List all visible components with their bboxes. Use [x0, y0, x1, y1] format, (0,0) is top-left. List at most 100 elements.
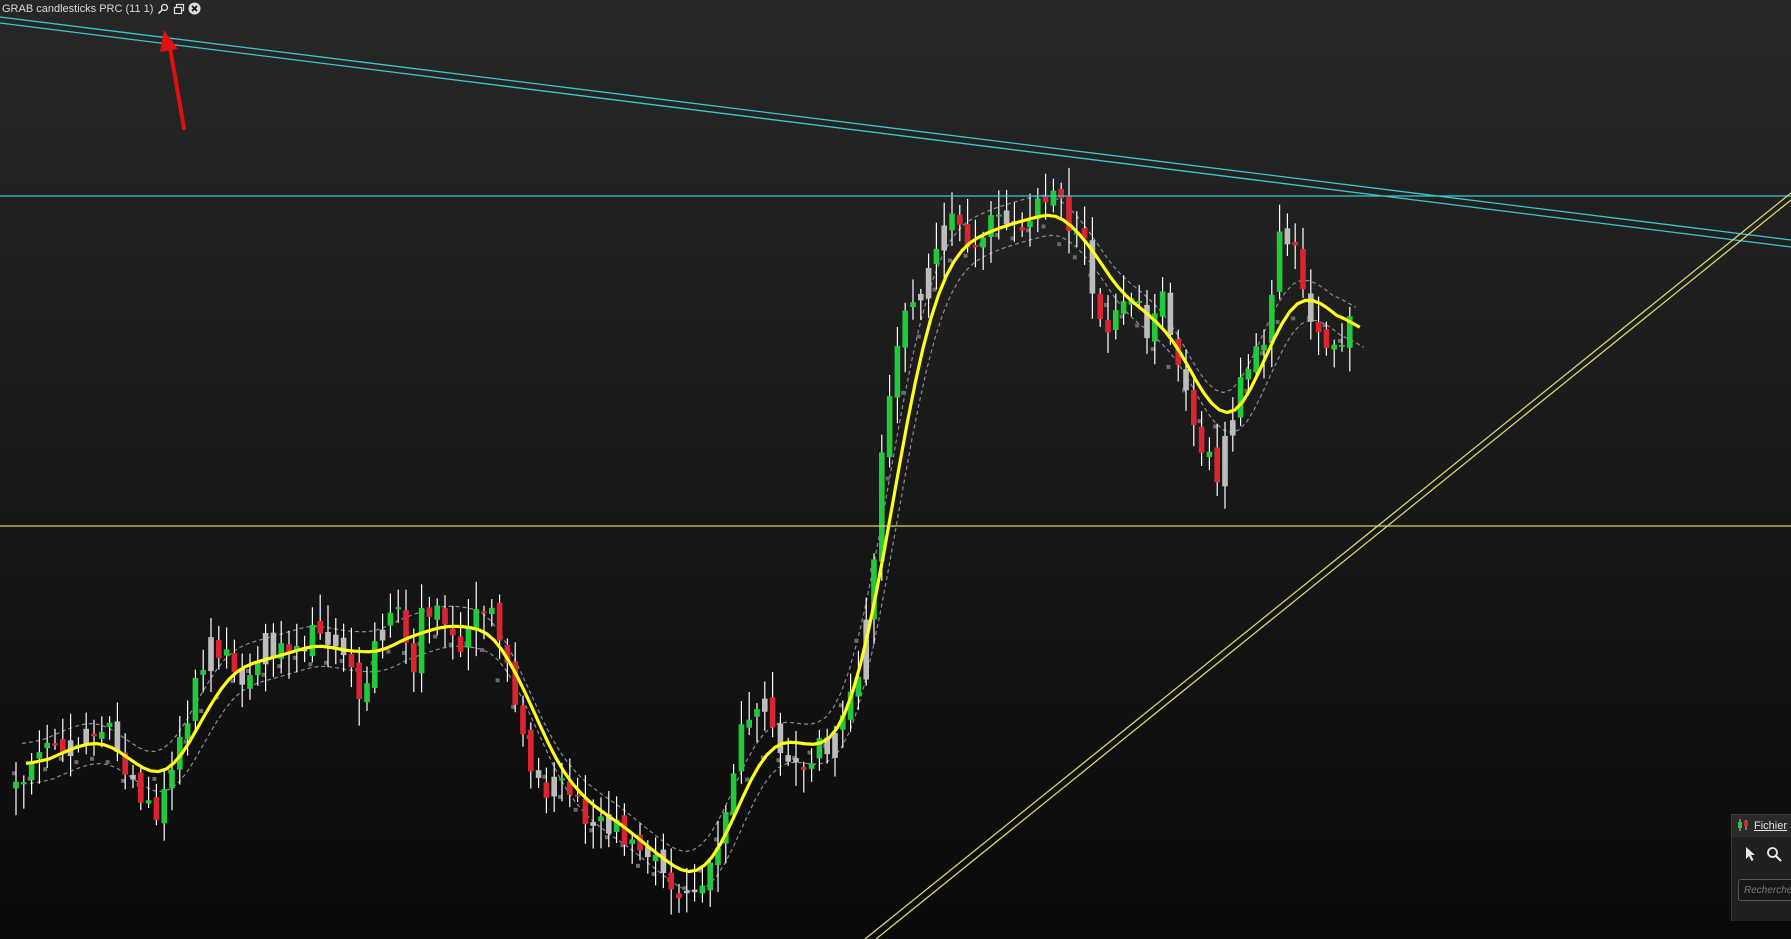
- candle-body: [785, 755, 791, 762]
- candle-body: [364, 683, 370, 703]
- candle-body: [1058, 189, 1064, 199]
- candle-body: [496, 602, 503, 641]
- candle-body: [1315, 322, 1322, 333]
- candle-body: [925, 267, 932, 299]
- candle-body: [1027, 221, 1033, 228]
- candle-body: [801, 767, 807, 770]
- band-marker: [308, 662, 313, 667]
- candle-body: [442, 608, 448, 625]
- band-marker: [1291, 316, 1296, 321]
- toolbar: [1732, 843, 1791, 867]
- candle-body: [169, 769, 175, 789]
- band-marker: [1041, 224, 1046, 229]
- candle-body: [1331, 344, 1337, 350]
- candle-body: [1276, 231, 1283, 292]
- candle-body: [13, 781, 19, 789]
- candle-body: [372, 641, 378, 688]
- side-panel: Fichier: [1731, 814, 1791, 921]
- candle-body: [28, 763, 35, 781]
- band-marker: [105, 760, 110, 765]
- candle-body: [145, 800, 152, 804]
- search-input[interactable]: [1738, 879, 1791, 901]
- chart-canvas[interactable]: [0, 0, 1791, 939]
- candle-body: [629, 839, 635, 845]
- candle-body: [161, 788, 167, 824]
- candle-body: [949, 213, 955, 231]
- candle-body: [1237, 377, 1244, 418]
- candle-body: [184, 723, 191, 740]
- candle-body: [762, 698, 768, 712]
- pointer-cursor-icon[interactable]: [1744, 846, 1758, 865]
- zoom-icon[interactable]: [1766, 846, 1782, 865]
- candle-body: [473, 609, 479, 630]
- band-marker: [1135, 323, 1140, 328]
- band-marker: [152, 776, 157, 781]
- candle-body: [356, 662, 362, 700]
- candle-body: [192, 677, 199, 721]
- candle-body: [598, 816, 604, 822]
- candle-body: [231, 653, 238, 673]
- candle-body: [325, 631, 331, 645]
- candle-body: [559, 778, 565, 781]
- band-marker: [386, 649, 391, 654]
- candle-body: [777, 723, 784, 754]
- candle-body: [996, 214, 1002, 217]
- band-marker: [1166, 364, 1171, 369]
- band-marker: [854, 638, 859, 643]
- candle-body: [582, 798, 589, 824]
- candle-body: [138, 772, 144, 803]
- candle-body: [1292, 241, 1298, 246]
- band-marker: [480, 648, 484, 653]
- band-marker: [636, 863, 640, 868]
- candle-body: [1120, 301, 1127, 314]
- candle-body: [754, 709, 760, 717]
- candle-body: [44, 742, 50, 749]
- candle-body: [387, 612, 394, 626]
- candle-body: [317, 621, 323, 634]
- band-marker: [901, 390, 906, 395]
- candle-body: [99, 732, 105, 739]
- band-marker: [1072, 255, 1077, 260]
- candle-body: [1113, 310, 1119, 331]
- band-marker: [1057, 242, 1062, 247]
- candle-body: [270, 632, 277, 659]
- file-menu[interactable]: Fichier: [1732, 815, 1791, 837]
- candle-body: [1214, 447, 1220, 483]
- indicator-header: GRAB candlesticks PRC (11 1): [2, 1, 201, 16]
- candle-body: [972, 244, 979, 248]
- candle-body: [707, 862, 713, 891]
- file-menu-label[interactable]: Fichier: [1754, 820, 1787, 832]
- candle-body: [699, 885, 706, 894]
- candle-body: [255, 662, 261, 676]
- candle-body: [543, 782, 550, 798]
- price-chart[interactable]: GRAB candlesticks PRC (11 1) Fichier Rec…: [0, 0, 1791, 939]
- band-marker: [495, 678, 500, 683]
- candle-body: [1159, 291, 1166, 317]
- close-icon[interactable]: [188, 2, 201, 15]
- candle-body: [153, 797, 160, 821]
- candle-body: [247, 675, 253, 689]
- candle-body: [1230, 420, 1236, 436]
- wrench-icon[interactable]: [156, 2, 169, 15]
- candle-body: [36, 752, 43, 759]
- candle-body: [957, 214, 963, 225]
- candle-body: [886, 396, 893, 457]
- candle-body: [52, 743, 58, 746]
- candle-body: [379, 629, 386, 641]
- candle-body: [1003, 210, 1010, 225]
- candle-body: [1222, 435, 1228, 487]
- candle-body: [216, 640, 222, 658]
- band-marker: [573, 807, 578, 812]
- band-marker: [74, 760, 79, 765]
- band-marker: [1275, 319, 1280, 324]
- candle-body: [691, 889, 698, 893]
- candle-body: [574, 794, 581, 797]
- candle-body: [1339, 344, 1345, 347]
- candle-body: [418, 607, 425, 674]
- window-restore-icon[interactable]: [172, 2, 185, 15]
- candle-body: [676, 893, 682, 899]
- candle-body: [980, 237, 986, 248]
- candle-body: [730, 773, 737, 815]
- candle-body: [520, 705, 526, 735]
- band-marker: [963, 253, 968, 258]
